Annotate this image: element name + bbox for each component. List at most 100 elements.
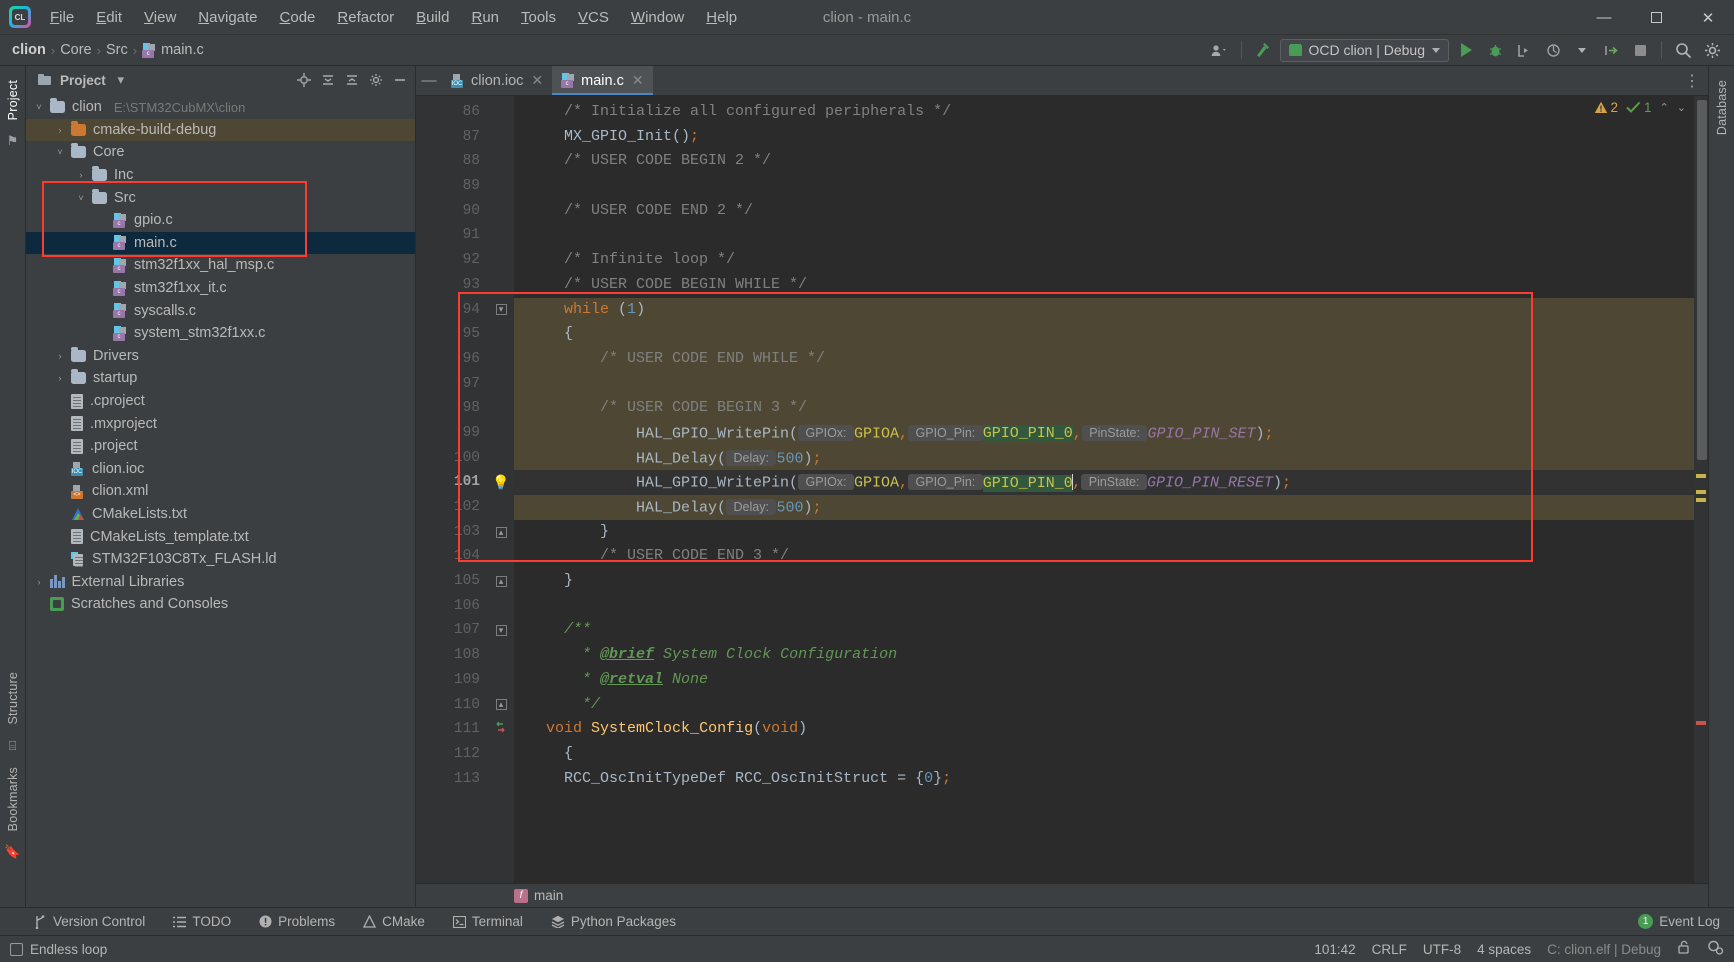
tree-node-cmake-build-debug[interactable]: › cmake-build-debug xyxy=(26,118,415,142)
step-icon[interactable] xyxy=(1599,39,1623,61)
tool-window-cmake[interactable]: CMake xyxy=(359,912,429,931)
code-line[interactable]: { xyxy=(514,322,1694,347)
menu-tools[interactable]: Tools xyxy=(510,0,567,35)
collapse-all-icon[interactable] xyxy=(343,71,361,89)
chevron-down-icon[interactable]: ▾ xyxy=(112,71,130,89)
menu-navigate[interactable]: Navigate xyxy=(187,0,268,35)
tool-window-bookmarks[interactable]: Bookmarks xyxy=(6,761,20,837)
stop-icon[interactable] xyxy=(1628,39,1652,61)
code-line[interactable]: * @retval None xyxy=(514,668,1694,693)
chevron-down-icon[interactable]: ˅ xyxy=(32,102,46,112)
menu-view[interactable]: View xyxy=(133,0,187,35)
code-line[interactable]: /* USER CODE BEGIN 2 */ xyxy=(514,149,1694,174)
tree-node-stm32f103c8tx-flash-ld[interactable]: STM32F103C8Tx_FLASH.ld xyxy=(26,548,415,571)
tool-window-todo[interactable]: TODO xyxy=(169,912,235,931)
code-line[interactable] xyxy=(514,594,1694,619)
tree-node-clion[interactable]: ˅ clion E:\STM32CubMX\clion xyxy=(26,96,415,119)
code-line[interactable]: MX_GPIO_Init(); xyxy=(514,125,1694,150)
bookmark-icon[interactable]: 🔖 xyxy=(4,841,20,863)
tool-window-problems[interactable]: Problems xyxy=(255,912,339,931)
code-line[interactable] xyxy=(514,371,1694,397)
menu-file[interactable]: File xyxy=(39,0,85,35)
chevron-right-icon[interactable]: › xyxy=(32,577,46,587)
close-icon[interactable]: ✕ xyxy=(531,72,543,89)
code-line[interactable]: /* Infinite loop */ xyxy=(514,248,1694,273)
bookmarks-flag-icon[interactable]: ⚑ xyxy=(7,130,19,152)
tree-node-clion-xml[interactable]: <> clion.xml xyxy=(26,480,415,503)
code-folding-gutter[interactable]: ▾ 💡 ▴ ▴ ▾ ▴ xyxy=(488,96,514,883)
unlocked-icon[interactable] xyxy=(1677,940,1691,958)
file-encoding[interactable]: UTF-8 xyxy=(1423,942,1461,957)
fold-expanded-icon[interactable]: ▾ xyxy=(495,625,507,637)
marker-warning-2[interactable] xyxy=(1696,490,1706,494)
chevron-right-icon[interactable]: › xyxy=(53,373,67,383)
menu-edit[interactable]: Edit xyxy=(85,0,133,35)
menu-build[interactable]: Build xyxy=(405,0,460,35)
tree-node--cproject[interactable]: .cproject xyxy=(26,390,415,413)
search-icon[interactable] xyxy=(1671,39,1695,61)
tree-node-main-c[interactable]: c main.c xyxy=(26,231,415,255)
inspection-widget[interactable]: 2 1 ⌃ ⌄ xyxy=(1594,100,1686,115)
code-line[interactable] xyxy=(514,223,1694,248)
caret-position[interactable]: 101:42 xyxy=(1314,942,1355,957)
source-code[interactable]: /* Initialize all configured peripherals… xyxy=(514,96,1694,883)
run-configuration-selector[interactable]: OCD clion | Debug xyxy=(1279,38,1449,62)
hide-tabs-icon[interactable]: — xyxy=(416,66,442,95)
code-line[interactable]: */ xyxy=(514,693,1694,718)
code-line[interactable]: /* USER CODE END WHILE */ xyxy=(514,346,1694,372)
editor-breadcrumb[interactable]: f main xyxy=(416,883,1708,907)
line-separator[interactable]: CRLF xyxy=(1372,942,1407,957)
menu-run[interactable]: Run xyxy=(460,0,510,35)
code-line[interactable]: void SystemClock_Config(void) xyxy=(514,717,1694,742)
tree-node-src[interactable]: ˅ Src xyxy=(26,186,415,209)
minimize-button[interactable]: — xyxy=(1578,0,1630,35)
menu-help[interactable]: Help xyxy=(695,0,748,35)
tree-node-syscalls-c[interactable]: c syscalls.c xyxy=(26,299,415,322)
tree-node-drivers[interactable]: › Drivers xyxy=(26,345,415,368)
code-line[interactable]: HAL_Delay( Delay: 500); xyxy=(514,495,1694,520)
menu-code[interactable]: Code xyxy=(269,0,327,35)
code-editor[interactable]: 86 87 88 89 90 91 92 93 94 95 96 97 98 99 100 101 102 103… xyxy=(416,96,1708,883)
chevron-right-icon[interactable]: › xyxy=(53,351,67,361)
chevron-down-icon[interactable]: ˅ xyxy=(53,147,67,157)
code-line[interactable]: { xyxy=(514,742,1694,767)
close-icon[interactable]: ✕ xyxy=(632,72,644,89)
tree-node-core[interactable]: ˅ Core xyxy=(26,141,415,164)
gear-icon[interactable] xyxy=(367,71,385,89)
marker-warning-3[interactable] xyxy=(1696,498,1706,502)
code-line[interactable]: while (1) xyxy=(514,297,1694,323)
tree-node-inc[interactable]: › Inc xyxy=(26,164,415,187)
close-button[interactable]: ✕ xyxy=(1682,0,1734,35)
tree-node-gpio-c[interactable]: c gpio.c xyxy=(26,209,415,232)
tree-node-stm32f1xx-it-c[interactable]: c stm32f1xx_it.c xyxy=(26,277,415,300)
tree-node-system-stm32f1xx-c[interactable]: c system_stm32f1xx.c xyxy=(26,322,415,345)
tree-node--project[interactable]: .project xyxy=(26,435,415,458)
expand-all-icon[interactable] xyxy=(319,71,337,89)
structure-icon[interactable]: ⌸ xyxy=(9,735,17,757)
code-line[interactable]: /** xyxy=(514,618,1694,643)
breadcrumb-item-main-c[interactable]: c main.c xyxy=(142,42,204,58)
code-line[interactable]: /* USER CODE END 2 */ xyxy=(514,199,1694,224)
tool-window-terminal[interactable]: Terminal xyxy=(449,912,527,931)
event-log-button[interactable]: 1 Event Log xyxy=(1638,914,1734,929)
tree-node-cmakelists-template-txt[interactable]: CMakeLists_template.txt xyxy=(26,525,415,548)
menu-refactor[interactable]: Refactor xyxy=(326,0,405,35)
tool-window-structure[interactable]: Structure xyxy=(6,666,20,731)
tree-node-scratches-and-consoles[interactable]: Scratches and Consoles xyxy=(26,593,415,616)
marker-error[interactable] xyxy=(1696,721,1706,725)
code-line[interactable]: /* Initialize all configured peripherals… xyxy=(514,100,1694,125)
project-tree[interactable]: ˅ clion E:\STM32CubMX\clion › cmake-build-de… xyxy=(26,94,415,907)
scrollbar-thumb[interactable] xyxy=(1697,100,1707,460)
code-line[interactable]: } xyxy=(514,520,1694,545)
tree-node--mxproject[interactable]: .mxproject xyxy=(26,412,415,435)
code-line[interactable]: HAL_GPIO_WritePin( GPIOx: GPIOA, GPIO_Pi… xyxy=(514,420,1694,446)
chevron-down-icon[interactable]: ˅ xyxy=(74,193,88,203)
code-line[interactable]: /* USER CODE BEGIN WHILE */ xyxy=(514,273,1694,298)
menu-vcs[interactable]: VCS xyxy=(567,0,620,35)
code-line[interactable]: * @brief System Clock Configuration xyxy=(514,643,1694,668)
intention-bulb-icon[interactable]: 💡 xyxy=(492,474,509,491)
fold-expanded-icon[interactable]: ▾ xyxy=(495,304,507,316)
editor-tab-clion-ioc[interactable]: IOC clion.ioc ✕ xyxy=(442,66,552,95)
code-line[interactable]: } xyxy=(514,569,1694,594)
code-line[interactable] xyxy=(514,174,1694,199)
